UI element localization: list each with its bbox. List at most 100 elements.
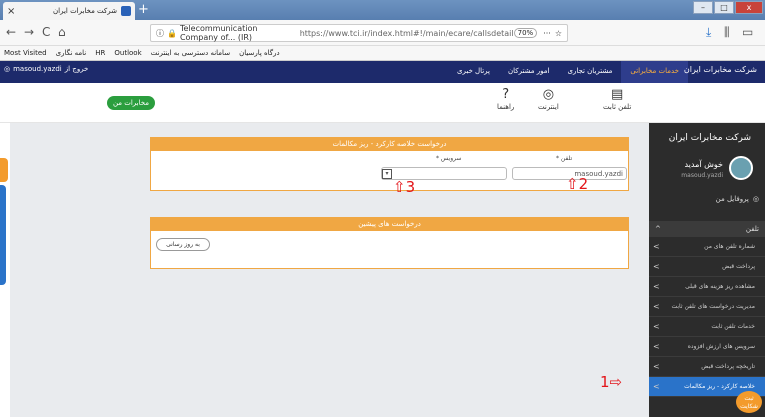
url-site-name: Telecommunication Company of... (IR) bbox=[179, 24, 258, 42]
home-icon[interactable]: ⌂ bbox=[58, 25, 66, 39]
sidebar-brand: شرکت مخابرات ایران bbox=[668, 133, 751, 143]
library-icon[interactable]: ⫼ bbox=[724, 25, 730, 40]
sidebar-item-label: شماره تلفن های من bbox=[704, 243, 755, 250]
profile-label: پروفایل من bbox=[715, 195, 749, 203]
sidebar-item-label: خدمات تلفن ثابت bbox=[711, 323, 755, 330]
complaint-fab-button[interactable]: ثبت شکایت bbox=[736, 391, 762, 413]
sidebar-item-bill-payment[interactable]: < پرداخت قبض bbox=[649, 257, 765, 277]
bookmark-parsian[interactable]: درگاه پارسیان bbox=[239, 49, 280, 57]
sidebar-item-payment-history[interactable]: < تاریخچه پرداخت قبض bbox=[649, 357, 765, 377]
subnav-internet[interactable]: ◎ اینترنت bbox=[538, 87, 559, 111]
call-detail-request-panel: درخواست خلاصه کارکرد - ریز مکالمات تلفن … bbox=[150, 137, 629, 191]
sidebar-item-my-phones[interactable]: < شماره تلفن های من bbox=[649, 237, 765, 257]
window-controls: – □ x bbox=[693, 1, 763, 14]
chevron-left-icon: < bbox=[653, 242, 660, 251]
sidebar-icon[interactable]: ▭ bbox=[742, 25, 753, 39]
subnav-help-label: راهنما bbox=[497, 103, 515, 111]
panel-title: درخواست خلاصه کارکرد - ریز مکالمات bbox=[151, 138, 628, 151]
tab-title: شرکت مخابرات ایران bbox=[53, 7, 117, 15]
dropdown-arrow-icon[interactable]: ▾ bbox=[382, 169, 392, 179]
user-logout[interactable]: ◎ masoud.yazdi خروج از bbox=[4, 65, 88, 73]
panel-title: درخواست های پیشین bbox=[151, 218, 628, 231]
username: masoud.yazdi bbox=[13, 65, 62, 73]
sidebar-item-label: مدیریت درخواست های تلفن ثابت bbox=[671, 303, 755, 310]
chevron-left-icon: < bbox=[653, 262, 660, 271]
bookmark-outlook[interactable]: Outlook bbox=[114, 49, 141, 57]
annotation-1-arrow: 1⇨ bbox=[600, 373, 623, 391]
sidebar-item-label: خلاصه کارکرد - ریز مکالمات bbox=[684, 383, 755, 390]
bookmark-hr[interactable]: HR bbox=[95, 49, 105, 57]
sidebar-item-previous-costs[interactable]: < مشاهده ریز هزینه های قبلی bbox=[649, 277, 765, 297]
site-header: ◎ masoud.yazdi خروج از خدمات مخابراتی مش… bbox=[0, 61, 765, 83]
more-icon[interactable]: ··· bbox=[543, 29, 551, 38]
bookmark-star-icon[interactable]: ☆ bbox=[555, 29, 562, 38]
previous-requests-panel: درخواست های پیشین به روز رسانی bbox=[150, 217, 629, 269]
landline-icon: ▤ bbox=[610, 87, 624, 102]
phone-section-label: تلفن bbox=[745, 225, 759, 233]
annotation-3-arrow: ⇧3 bbox=[393, 178, 416, 196]
chevron-left-icon: < bbox=[653, 282, 660, 291]
sidebar-item-label: مشاهده ریز هزینه های قبلی bbox=[685, 283, 755, 290]
chevron-left-icon: < bbox=[653, 302, 660, 311]
subnav-landline[interactable]: ▤ تلفن ثابت bbox=[603, 87, 631, 111]
bookmark-namenegari[interactable]: نامه نگاری bbox=[56, 49, 87, 57]
avatar bbox=[729, 156, 753, 180]
phone-label: تلفن * bbox=[556, 155, 573, 162]
menu-news-portal[interactable]: پرتال خبری bbox=[448, 61, 499, 83]
chevron-left-icon: < bbox=[653, 362, 660, 371]
left-edge-tab-orange[interactable] bbox=[0, 158, 8, 182]
lock-icon: 🔒 bbox=[167, 28, 177, 38]
new-tab-button[interactable]: + bbox=[138, 3, 149, 17]
url-bar[interactable]: ⓘ 🔒 Telecommunication Company of... (IR)… bbox=[150, 24, 568, 42]
subnav-help[interactable]: ? راهنما bbox=[497, 87, 514, 111]
user-icon: ◎ bbox=[4, 65, 11, 73]
bookmarks-bar: Most Visited نامه نگاری HR Outlook سامان… bbox=[0, 46, 765, 61]
download-icon[interactable]: ⤓ bbox=[706, 25, 711, 40]
service-label: سرویس * bbox=[436, 155, 462, 162]
browser-tab[interactable]: شرکت مخابرات ایران × bbox=[3, 2, 135, 20]
subnav-internet-label: اینترنت bbox=[538, 103, 559, 111]
close-window-button[interactable]: x bbox=[735, 1, 763, 14]
annotation-2-arrow: ⇧2 bbox=[566, 175, 589, 193]
main-menu: خدمات مخابراتی مشتریان تجاری امور مشترکا… bbox=[448, 61, 688, 83]
left-edge-tab-blue[interactable] bbox=[0, 185, 6, 285]
logout-link[interactable]: خروج از bbox=[65, 65, 89, 73]
zoom-level[interactable]: 70% bbox=[513, 28, 538, 38]
sidebar-section-phone[interactable]: ^ تلفن bbox=[649, 221, 765, 237]
welcome-username: masoud.yazdi bbox=[681, 172, 723, 179]
sidebar-item-manage-requests[interactable]: < مدیریت درخواست های تلفن ثابت bbox=[649, 297, 765, 317]
info-icon[interactable]: ⓘ bbox=[156, 28, 164, 39]
refresh-button[interactable]: به روز رسانی bbox=[156, 238, 210, 251]
chevron-left-icon: < bbox=[653, 342, 660, 351]
bookmark-internet-access[interactable]: سامانه دسترسی به اینترنت bbox=[151, 49, 230, 57]
site-logo[interactable]: شرکت مخابرات ایران bbox=[684, 65, 757, 74]
chevron-left-icon: < bbox=[653, 322, 660, 331]
back-icon[interactable]: ← bbox=[6, 25, 16, 39]
menu-business-customers[interactable]: مشتریان تجاری bbox=[558, 61, 621, 83]
sidebar-item-value-added[interactable]: < سرویس های ارزش افزوده bbox=[649, 337, 765, 357]
maximize-button[interactable]: □ bbox=[714, 1, 734, 14]
minimize-button[interactable]: – bbox=[693, 1, 713, 14]
my-telecom-button[interactable]: مخابرات من bbox=[107, 96, 155, 110]
internet-icon: ◎ bbox=[542, 87, 555, 102]
url-text[interactable]: https://www.tci.ir/index.html#!/main/eca… bbox=[300, 29, 514, 38]
subnav-landline-label: تلفن ثابت bbox=[603, 103, 632, 111]
sidebar-item-profile[interactable]: پروفایل من ◎ bbox=[716, 195, 759, 203]
window-titlebar: شرکت مخابرات ایران × + – □ x bbox=[0, 0, 765, 20]
bookmark-most-visited[interactable]: Most Visited bbox=[4, 49, 47, 57]
forward-icon[interactable]: → bbox=[24, 25, 34, 39]
menu-telecom-services[interactable]: خدمات مخابراتی bbox=[621, 61, 688, 83]
chevron-left-icon: < bbox=[653, 382, 660, 391]
user-icon: ◎ bbox=[752, 195, 759, 203]
sidebar-item-label: تاریخچه پرداخت قبض bbox=[701, 363, 755, 370]
menu-customer-affairs[interactable]: امور مشترکان bbox=[499, 61, 559, 83]
help-icon: ? bbox=[502, 87, 510, 102]
sidebar-item-label: سرویس های ارزش افزوده bbox=[687, 343, 755, 350]
browser-navbar: ← → C ⌂ ⓘ 🔒 Telecommunication Company of… bbox=[0, 20, 765, 46]
tab-close-icon[interactable]: × bbox=[7, 6, 15, 17]
sidebar-item-landline-services[interactable]: < خدمات تلفن ثابت bbox=[649, 317, 765, 337]
site-favicon-icon bbox=[121, 6, 131, 16]
chevron-up-icon: ^ bbox=[655, 225, 661, 233]
sidebar-item-label: پرداخت قبض bbox=[722, 263, 755, 270]
reload-icon[interactable]: C bbox=[42, 25, 50, 39]
